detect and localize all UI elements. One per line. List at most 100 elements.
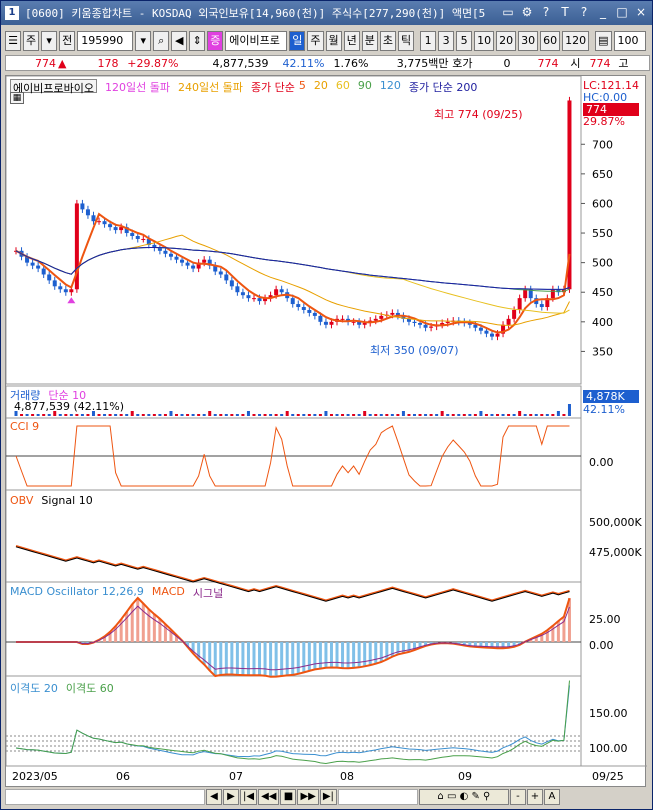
volume-value-label: 4,877,539 (42.11%) <box>14 400 125 413</box>
price-tick-label: 400 <box>592 316 613 329</box>
volume-bar <box>368 414 372 416</box>
interval-120[interactable]: 120 <box>562 31 590 51</box>
text-icon[interactable]: T <box>558 4 572 20</box>
volume-bar <box>479 411 483 416</box>
interval-1[interactable]: 1 <box>420 31 437 51</box>
forward-icon[interactable]: ▶▶ <box>297 789 319 805</box>
macd-osc-bar <box>230 642 234 675</box>
search-icon[interactable]: ⌕ <box>153 31 170 51</box>
chart-window: 1 [0600] 키움종합차트 - KOSDAQ 외국인보유[14,960(천)… <box>0 0 653 810</box>
first-icon[interactable]: |◀ <box>240 789 258 805</box>
count-input[interactable]: 100 <box>613 31 646 51</box>
period-month[interactable]: 월 <box>325 31 342 51</box>
type-button[interactable]: 전 <box>59 31 76 51</box>
volume-axis-tag2: 42.11% <box>583 403 625 416</box>
candle-body <box>495 333 500 337</box>
period-day[interactable]: 일 <box>289 31 306 51</box>
volume-title: 거래량 <box>10 389 41 402</box>
menu-button[interactable]: ☰ <box>5 31 21 51</box>
tool-icons[interactable]: ⌂ ▭ ◐ ✎ ⚲ <box>418 789 509 805</box>
macd-osc-bar <box>363 642 367 667</box>
volume-bar <box>313 414 317 416</box>
candle-body <box>412 321 417 323</box>
zoom-out-icon[interactable]: - <box>509 789 526 805</box>
market-select[interactable]: 주 <box>23 31 40 51</box>
scroll-prev-icon[interactable]: ◀ <box>206 789 222 805</box>
minimize-icon[interactable]: _ <box>596 4 610 20</box>
close-icon[interactable]: × <box>634 4 648 20</box>
candle-body <box>296 304 301 308</box>
period-year[interactable]: 년 <box>343 31 360 51</box>
auto-scale-icon[interactable]: A <box>543 789 560 805</box>
title-bar: 1 [0600] 키움종합차트 - KOSDAQ 외국인보유[14,960(천)… <box>1 1 652 25</box>
period-minute[interactable]: 분 <box>361 31 378 51</box>
maximize-icon[interactable]: □ <box>615 4 629 20</box>
volume-bar <box>258 414 262 416</box>
volume-bar <box>457 414 461 416</box>
stock-name-field[interactable]: 에이비프로 <box>225 31 288 51</box>
info-icon[interactable]: ? <box>577 4 591 20</box>
period-tick[interactable]: 틱 <box>398 31 415 51</box>
code-dropdown[interactable]: ▾ <box>135 31 152 51</box>
chart-area[interactable]: 350 400 450 500 550 600 650 700 에이비프로바이오 120일선 … <box>5 75 647 787</box>
interval-20[interactable]: 20 <box>496 31 517 51</box>
restore-icon[interactable]: ▭ <box>501 4 515 20</box>
interval-5[interactable]: 5 <box>456 31 473 51</box>
volume-bar <box>446 414 450 416</box>
zoom-slider[interactable] <box>337 789 418 805</box>
help-icon[interactable]: ? <box>539 4 553 20</box>
market-dropdown[interactable]: ▾ <box>41 31 58 51</box>
settings-icon[interactable]: ▤ <box>595 31 612 51</box>
macd-osc-bar <box>241 642 245 676</box>
chart-scroll-track[interactable] <box>5 789 205 805</box>
zoom-in-icon[interactable]: + <box>526 789 543 805</box>
code-input[interactable]: 195990 <box>77 31 134 51</box>
volume-bar <box>208 411 212 416</box>
volume-bar <box>58 414 62 416</box>
last-icon[interactable]: ▶| <box>319 789 337 805</box>
macd-osc-title: MACD Oscillator 12,26,9 <box>10 585 144 598</box>
candle-body <box>135 236 140 239</box>
candle-body <box>224 274 229 281</box>
period-week[interactable]: 주 <box>307 31 324 51</box>
interval-3[interactable]: 3 <box>438 31 455 51</box>
speaker-icon[interactable]: ◀ <box>171 31 188 51</box>
candle-body <box>130 233 135 236</box>
change-percent: +29.87% <box>127 56 179 70</box>
macd-osc-bar <box>274 642 278 677</box>
last-price: 774 <box>537 56 559 70</box>
grid-toggle-icon[interactable]: ▦ <box>10 92 24 104</box>
candle-body <box>329 321 334 325</box>
obv-signal-label: Signal 10 <box>41 494 93 507</box>
scroll-next-icon[interactable]: ▶ <box>223 789 239 805</box>
stop-icon[interactable]: ■ <box>280 789 297 805</box>
macd-osc-bar <box>213 642 217 676</box>
candle-body <box>251 298 256 300</box>
cci-legend: CCI 9 <box>10 420 39 434</box>
interval-30[interactable]: 30 <box>518 31 539 51</box>
volume-ma-label: 단순 10 <box>48 389 87 402</box>
ma20-line <box>15 234 570 326</box>
interval-60[interactable]: 60 <box>540 31 561 51</box>
volume-bar <box>75 414 79 416</box>
candle-body <box>340 318 345 320</box>
volume-bar <box>141 414 145 416</box>
legend-ma120: 120 <box>379 79 401 92</box>
volume-bar <box>363 411 367 416</box>
candle-body <box>512 309 517 319</box>
price-tick-label: 500 <box>592 257 613 270</box>
volume-ratio: 42.11% <box>282 56 325 70</box>
volume-bar <box>357 414 361 416</box>
prev-next-icon[interactable]: ⇕ <box>189 31 206 51</box>
macd-osc-bar <box>291 642 295 675</box>
rewind-icon[interactable]: ◀◀ <box>258 789 280 805</box>
volume-bar <box>324 411 328 416</box>
volume-bar <box>429 414 433 416</box>
disparity-tick-1: 150.00 <box>589 707 628 720</box>
interval-10[interactable]: 10 <box>474 31 495 51</box>
pct-tag: 29.87% <box>583 115 625 128</box>
legend-stock-name[interactable]: 에이비프로바이오 <box>10 79 97 95</box>
period-second[interactable]: 초 <box>379 31 396 51</box>
settings-icon[interactable]: ⚙ <box>520 4 534 20</box>
macd-osc-bar <box>224 642 228 675</box>
